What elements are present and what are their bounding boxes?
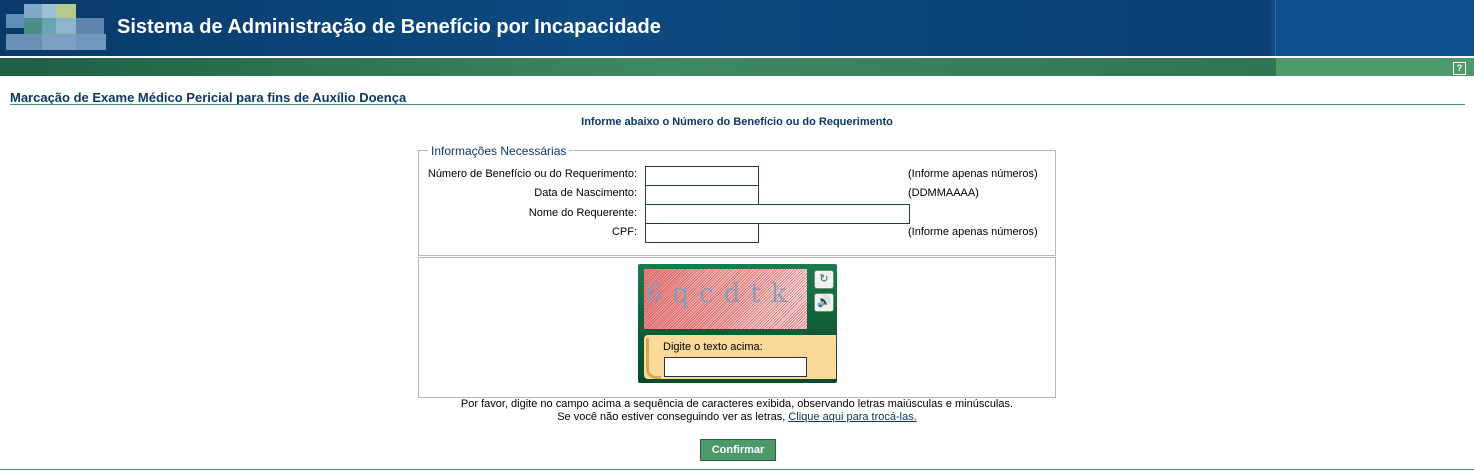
- birth-date-hint: (DDMMAAAA): [908, 187, 979, 199]
- refresh-icon[interactable]: ↻: [814, 270, 834, 289]
- captcha-note: Por favor, digite no campo acima a sequê…: [460, 398, 1014, 410]
- captcha-text: 6qcdtk: [646, 279, 797, 309]
- green-bar-right-panel: ?: [1276, 58, 1474, 76]
- benefit-number-hint: (Informe apenas números): [908, 168, 1038, 180]
- title-underline: [10, 104, 1465, 105]
- header-right-panel: [1275, 0, 1474, 56]
- birth-date-input[interactable]: [645, 185, 759, 205]
- app-title: Sistema de Administração de Benefício po…: [117, 16, 661, 38]
- audio-icon[interactable]: 🔊: [814, 293, 834, 312]
- benefit-number-label: Número de Benefício ou do Requerimento:: [427, 168, 637, 180]
- fieldset-legend: Informações Necessárias: [428, 144, 570, 158]
- arrow-icon: [646, 338, 661, 379]
- confirm-button[interactable]: Confirmar: [700, 439, 776, 461]
- captcha-prompt: Digite o texto acima:: [663, 341, 763, 353]
- page-title: Marcação de Exame Médico Pericial para f…: [10, 90, 407, 105]
- benefit-number-input[interactable]: [645, 166, 759, 186]
- logo: [6, 4, 106, 50]
- change-captcha-link[interactable]: Clique aqui para trocá-las.: [788, 411, 916, 423]
- cpf-hint: (Informe apenas números): [908, 226, 1038, 238]
- captcha-input[interactable]: [664, 357, 807, 377]
- requester-name-label: Nome do Requerente:: [528, 207, 637, 219]
- cpf-input[interactable]: [645, 223, 759, 243]
- captcha-note-prefix: Se você não estiver conseguindo ver as l…: [557, 411, 789, 423]
- cpf-label: CPF:: [611, 226, 637, 238]
- requester-name-input[interactable]: [645, 204, 910, 224]
- footer-divider: [0, 469, 1474, 470]
- captcha-note-2: Se você não estiver conseguindo ver as l…: [0, 411, 1474, 423]
- header-bar: Sistema de Administração de Benefício po…: [0, 0, 1474, 56]
- birth-date-label: Data de Nascimento:: [534, 187, 637, 199]
- green-bar: ?: [0, 58, 1474, 76]
- help-icon[interactable]: ?: [1453, 62, 1466, 75]
- instruction-text: Informe abaixo o Número do Benefício ou …: [581, 116, 893, 128]
